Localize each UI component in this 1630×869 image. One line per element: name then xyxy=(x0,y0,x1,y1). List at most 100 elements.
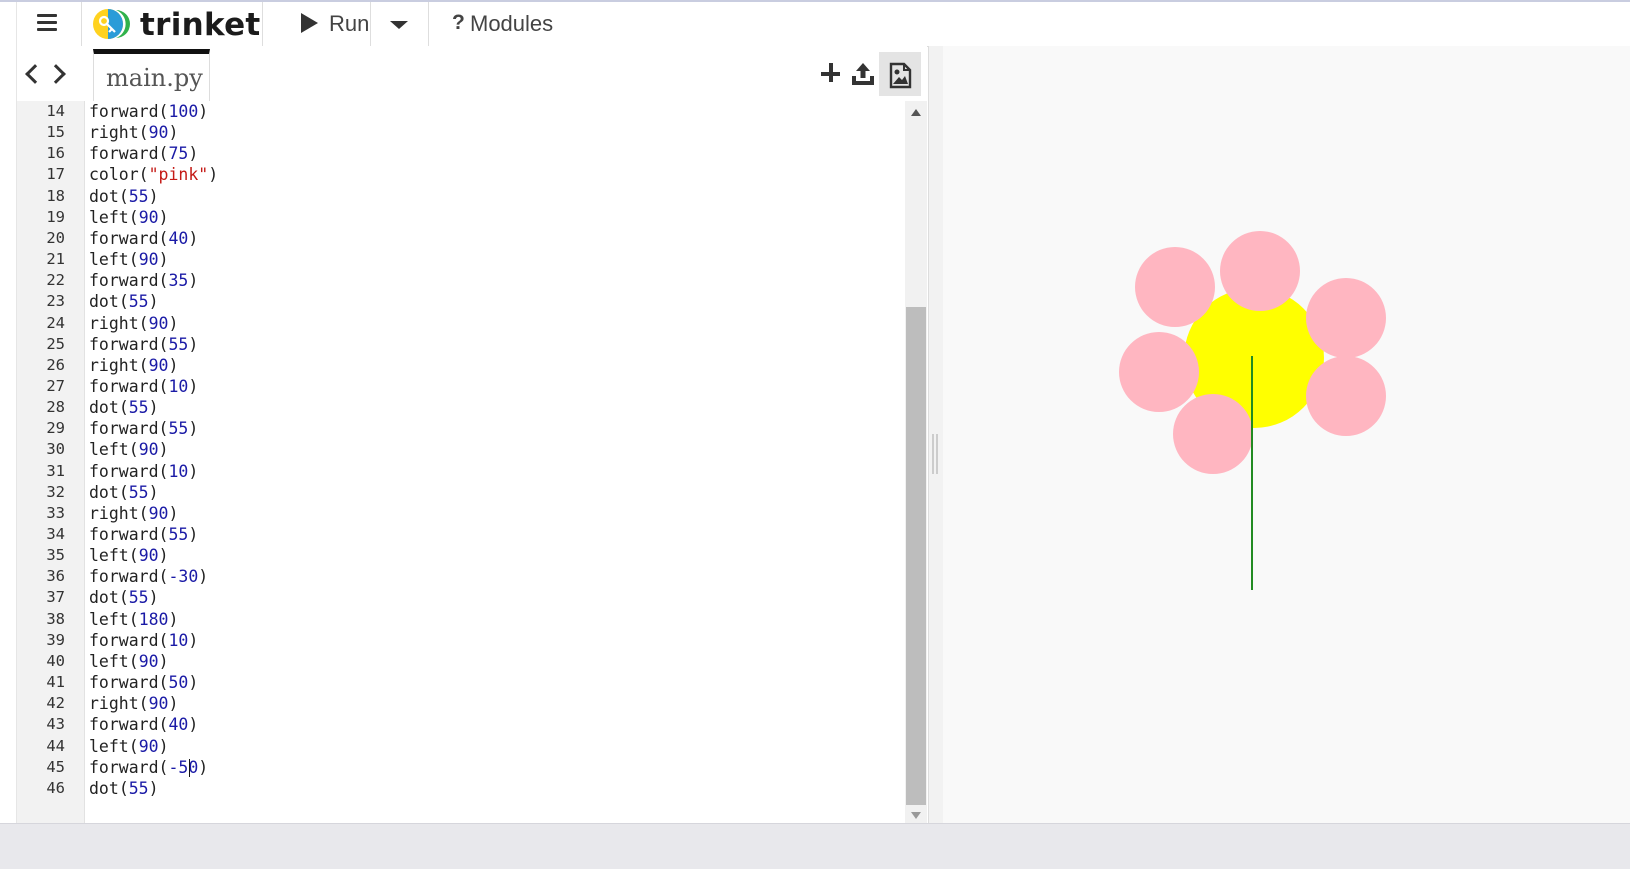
petal xyxy=(1306,278,1386,358)
editor-scrollbar[interactable] xyxy=(905,101,927,823)
modules-button[interactable]: ? Modules xyxy=(432,2,562,46)
image-icon xyxy=(889,62,912,89)
code-line[interactable]: dot(55) xyxy=(89,778,159,799)
petal xyxy=(1173,394,1253,474)
code-line[interactable]: forward(10) xyxy=(89,630,198,651)
image-upload-button[interactable] xyxy=(879,52,921,96)
line-number: 40 xyxy=(46,651,65,670)
chevron-left-icon[interactable] xyxy=(23,63,45,85)
function-name: forward xyxy=(89,376,159,396)
play-icon xyxy=(301,13,318,33)
line-number: 38 xyxy=(46,609,65,628)
chevron-right-icon[interactable] xyxy=(46,63,67,85)
argument: 40 xyxy=(168,715,189,735)
output-canvas[interactable] xyxy=(943,46,1630,823)
code-line[interactable]: forward(100) xyxy=(89,101,208,122)
function-name: right xyxy=(89,503,139,523)
argument: 55 xyxy=(128,398,149,418)
caret-down-icon xyxy=(390,21,408,29)
pane-splitter[interactable] xyxy=(928,46,944,823)
argument: 55 xyxy=(168,525,189,544)
argument: 90 xyxy=(148,694,169,714)
code-line[interactable]: right(90) xyxy=(89,355,178,376)
tab-main-py[interactable]: main.py xyxy=(93,49,210,106)
argument: 100 xyxy=(168,102,199,121)
line-number: 24 xyxy=(46,313,65,332)
code-line[interactable]: dot(55) xyxy=(89,186,159,207)
line-number: 26 xyxy=(46,355,65,374)
code-line[interactable]: left(90) xyxy=(89,651,169,672)
code-line[interactable]: forward(10) xyxy=(89,376,198,397)
argument: 55 xyxy=(168,419,189,439)
code-line[interactable]: dot(55) xyxy=(89,482,159,503)
argument: -50 xyxy=(168,757,199,777)
code-line[interactable]: forward(75) xyxy=(89,143,198,164)
code-line[interactable]: left(90) xyxy=(89,249,169,270)
code-line[interactable]: dot(55) xyxy=(89,291,159,312)
function-name: dot xyxy=(89,482,119,502)
scroll-up-arrow-icon[interactable] xyxy=(911,109,921,116)
text-cursor xyxy=(188,758,190,777)
line-number: 33 xyxy=(46,503,65,522)
scroll-down-arrow-icon[interactable] xyxy=(911,812,921,819)
code-line[interactable]: forward(40) xyxy=(89,228,198,249)
code-line[interactable]: color("pink") xyxy=(89,164,218,185)
code-line[interactable]: forward(-50) xyxy=(89,757,208,778)
argument: 90 xyxy=(138,736,159,756)
code-line[interactable]: left(180) xyxy=(89,609,178,630)
code-editor[interactable]: forward(100) right(90) forward(75) color("p… xyxy=(85,101,905,823)
line-number: 21 xyxy=(46,250,65,269)
line-number: 45 xyxy=(46,757,65,776)
run-options-dropdown[interactable] xyxy=(370,2,428,46)
argument: 90 xyxy=(138,440,159,460)
code-line[interactable]: right(90) xyxy=(89,313,178,334)
function-name: dot xyxy=(89,588,119,608)
function-name: forward xyxy=(89,144,159,164)
run-label: Run xyxy=(329,11,370,36)
argument: 90 xyxy=(138,250,159,270)
line-number: 44 xyxy=(46,736,65,755)
argument: 55 xyxy=(128,482,149,502)
function-name: left xyxy=(89,609,129,629)
trinket-logo[interactable]: trinket xyxy=(90,6,260,43)
scrollbar-thumb[interactable] xyxy=(906,307,926,805)
code-line[interactable]: right(90) xyxy=(89,122,178,143)
function-name: forward xyxy=(89,673,159,693)
line-number: 32 xyxy=(46,482,65,501)
line-number: 27 xyxy=(46,376,65,395)
code-line[interactable]: left(90) xyxy=(89,545,169,566)
code-line[interactable]: right(90) xyxy=(89,503,178,524)
left-edge xyxy=(0,2,17,858)
code-line[interactable]: left(90) xyxy=(89,439,169,460)
function-name: left xyxy=(89,546,129,566)
splitter-grip-icon xyxy=(932,434,938,474)
line-number: 43 xyxy=(46,715,65,734)
argument: 90 xyxy=(148,123,169,143)
code-line[interactable]: left(90) xyxy=(89,207,169,228)
code-line[interactable]: left(90) xyxy=(89,736,169,757)
function-name: dot xyxy=(89,186,119,206)
function-name: left xyxy=(89,207,129,227)
code-line[interactable]: forward(55) xyxy=(89,524,198,545)
line-number: 30 xyxy=(46,440,65,459)
code-line[interactable]: forward(-30) xyxy=(89,566,208,587)
code-line[interactable]: forward(10) xyxy=(89,461,198,482)
code-line[interactable]: dot(55) xyxy=(89,397,159,418)
toolbar-divider xyxy=(262,2,263,46)
code-line[interactable]: right(90) xyxy=(89,693,178,714)
code-line[interactable]: dot(55) xyxy=(89,587,159,608)
line-number: 25 xyxy=(46,334,65,353)
code-line[interactable]: forward(35) xyxy=(89,270,198,291)
code-line[interactable]: forward(40) xyxy=(89,714,198,735)
hamburger-icon[interactable] xyxy=(35,12,61,34)
add-file-button[interactable] xyxy=(817,60,845,88)
code-line[interactable]: forward(55) xyxy=(89,334,198,355)
upload-icon xyxy=(852,63,874,85)
argument: 90 xyxy=(138,546,159,566)
code-line[interactable]: forward(55) xyxy=(89,418,198,439)
line-number: 14 xyxy=(46,102,65,120)
upload-button[interactable] xyxy=(849,60,877,88)
function-name: right xyxy=(89,694,139,714)
code-line[interactable]: forward(50) xyxy=(89,672,198,693)
argument: 55 xyxy=(168,334,189,354)
